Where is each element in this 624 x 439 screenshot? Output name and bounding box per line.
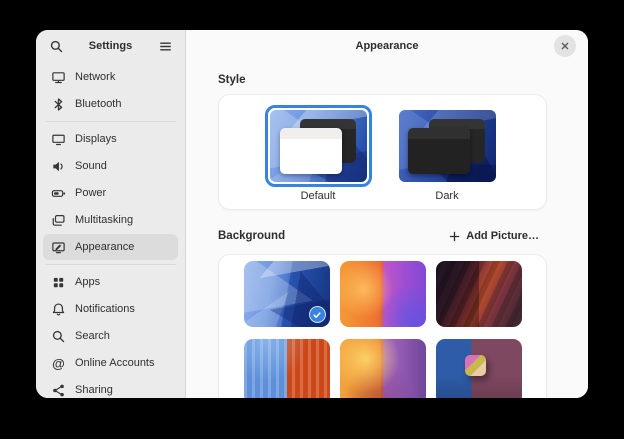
sidebar-item-displays[interactable]: Displays [43, 126, 178, 152]
style-default-preview [270, 110, 367, 182]
sharing-icon [51, 383, 66, 398]
desktop-background: Settings Network [0, 0, 624, 439]
glass-cube-graphic [465, 355, 486, 376]
sidebar-item-sound[interactable]: Sound [43, 153, 178, 179]
sidebar-headerbar: Settings [36, 30, 185, 62]
wallpaper-thumbnail-blue-triangle-mosaic[interactable] [244, 261, 330, 327]
online-accounts-icon: @ [51, 356, 66, 371]
settings-window: Settings Network [36, 30, 588, 398]
style-default-selection-frame [265, 105, 372, 187]
wallpaper-thumbnail-dark-crimson-waves[interactable] [436, 261, 522, 327]
wallpaper-thumbnail-amber-violet-swirl[interactable] [340, 339, 426, 398]
wallpaper-thumbnail-blue-orange-drips[interactable] [244, 339, 330, 398]
network-icon [51, 70, 66, 85]
sidebar-separator [45, 121, 176, 122]
sidebar-item-label: Sharing [75, 384, 113, 396]
sidebar-nav: Network Bluetooth Displays [36, 62, 185, 398]
style-option-default[interactable]: Default [265, 105, 372, 202]
search-button[interactable] [45, 35, 67, 57]
hamburger-menu-icon [158, 39, 173, 54]
sidebar-item-online-accounts[interactable]: @ Online Accounts [43, 350, 178, 376]
sidebar-item-power[interactable]: Power [43, 180, 178, 206]
style-option-dark[interactable]: Dark [394, 105, 501, 202]
sidebar-item-notifications[interactable]: Notifications [43, 296, 178, 322]
sidebar-item-label: Notifications [75, 303, 135, 315]
style-option-label: Default [301, 190, 336, 202]
sidebar-item-label: Online Accounts [75, 357, 155, 369]
close-icon [558, 39, 572, 53]
plus-icon [448, 230, 461, 243]
style-dark-preview [399, 110, 496, 182]
sidebar-item-appearance[interactable]: Appearance [43, 234, 178, 260]
notifications-icon [51, 302, 66, 317]
sidebar-item-label: Displays [75, 133, 117, 145]
bluetooth-icon [51, 97, 66, 112]
style-card: Default Dark [218, 94, 547, 210]
sidebar-item-apps[interactable]: Apps [43, 269, 178, 295]
style-dark-selection-frame [394, 105, 501, 187]
sidebar-item-label: Network [75, 71, 115, 83]
main-headerbar: Appearance [186, 30, 588, 62]
sidebar-item-label: Multitasking [75, 214, 133, 226]
displays-icon [51, 132, 66, 147]
sidebar: Settings Network [36, 30, 186, 398]
close-window-button[interactable] [554, 35, 576, 57]
sidebar-item-search[interactable]: Search [43, 323, 178, 349]
wallpaper-thumbnail-orange-magenta-gradient[interactable] [340, 261, 426, 327]
check-icon [312, 310, 322, 320]
wallpaper-thumbnail-glass-cube[interactable] [436, 339, 522, 398]
add-picture-label: Add Picture… [466, 230, 539, 242]
appearance-icon [51, 240, 66, 255]
appearance-panel: Style Default [186, 62, 588, 398]
sidebar-separator [45, 264, 176, 265]
sidebar-item-label: Search [75, 330, 110, 342]
sidebar-title: Settings [67, 40, 154, 52]
preview-light-window [280, 128, 342, 174]
apps-icon [51, 275, 66, 290]
background-section-label: Background [218, 230, 285, 242]
preview-dark-window-front [408, 128, 470, 174]
sidebar-item-label: Sound [75, 160, 107, 172]
main-menu-button[interactable] [154, 35, 176, 57]
sidebar-item-multitasking[interactable]: Multitasking [43, 207, 178, 233]
style-section-label: Style [218, 74, 547, 86]
power-icon [51, 186, 66, 201]
sidebar-item-label: Bluetooth [75, 98, 121, 110]
background-card [218, 254, 547, 398]
search-icon [51, 329, 66, 344]
background-section-header: Background Add Picture… [218, 226, 547, 246]
style-option-label: Dark [435, 190, 458, 202]
sound-icon [51, 159, 66, 174]
sidebar-item-bluetooth[interactable]: Bluetooth [43, 91, 178, 117]
sidebar-item-label: Appearance [75, 241, 134, 253]
sidebar-item-label: Apps [75, 276, 100, 288]
sidebar-item-label: Power [75, 187, 106, 199]
page-title: Appearance [356, 40, 419, 52]
search-icon [49, 39, 64, 54]
multitasking-icon [51, 213, 66, 228]
selected-check-badge [310, 307, 325, 322]
sidebar-item-network[interactable]: Network [43, 64, 178, 90]
add-picture-button[interactable]: Add Picture… [440, 227, 547, 246]
main-pane: Appearance Style [186, 30, 588, 398]
sidebar-item-sharing[interactable]: Sharing [43, 377, 178, 398]
